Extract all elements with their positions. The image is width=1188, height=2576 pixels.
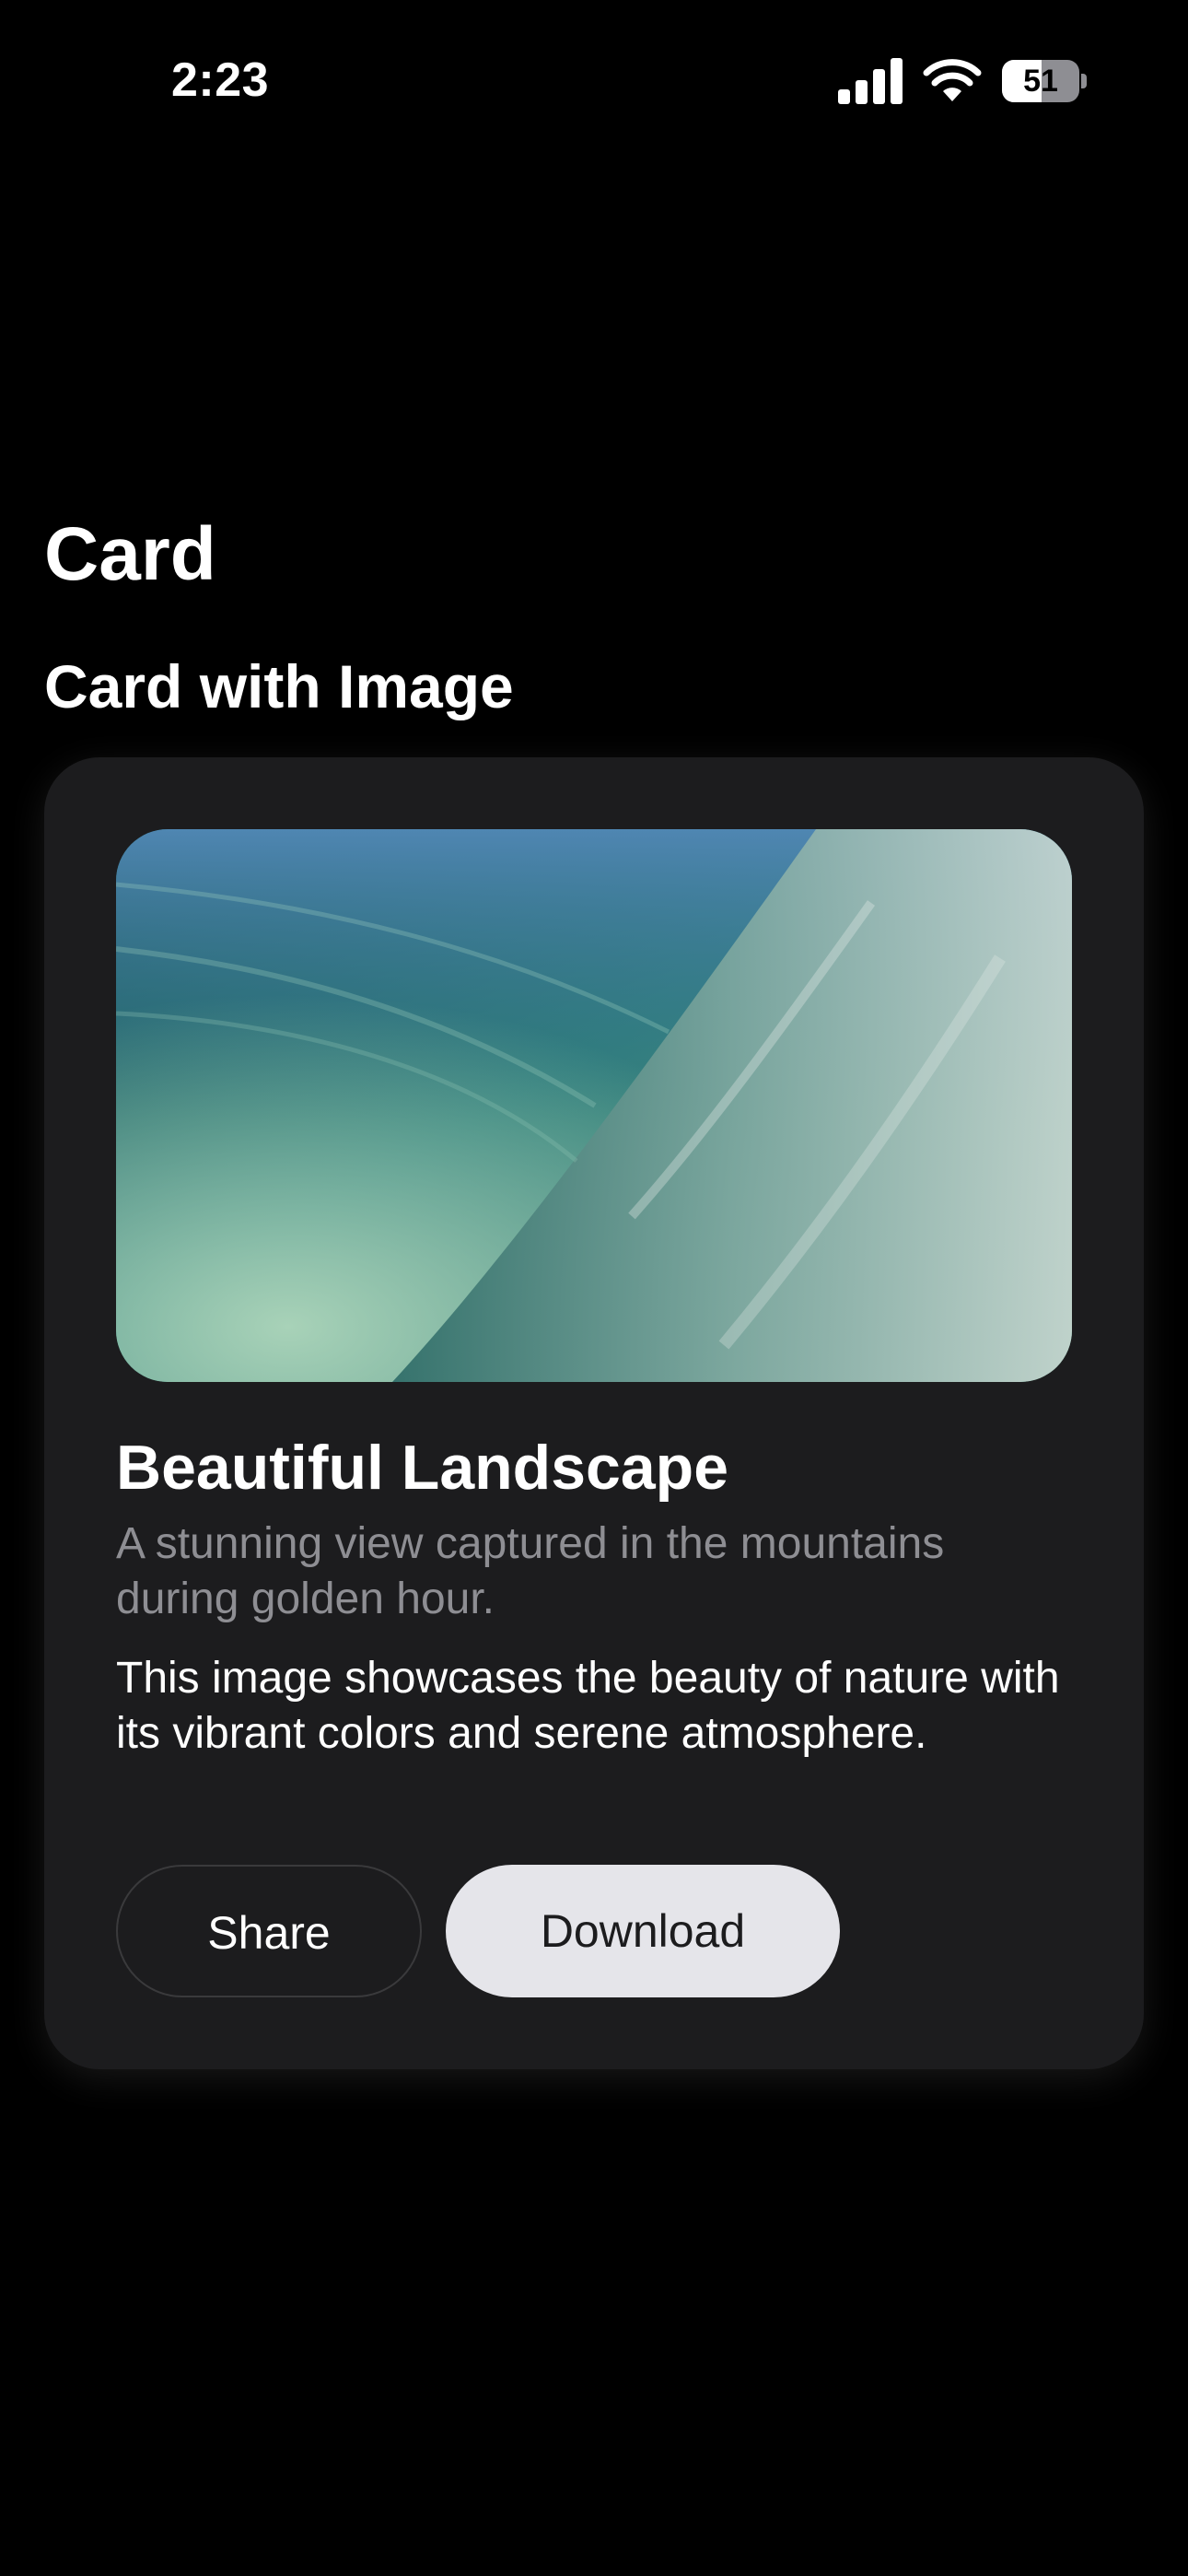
status-icons: 51 [838,55,1087,107]
page-title: Card [44,512,216,596]
download-button[interactable]: Download [446,1865,840,1997]
card-title: Beautiful Landscape [116,1433,729,1503]
image-card: Beautiful Landscape A stunning view capt… [44,757,1144,2069]
section-title: Card with Image [44,652,514,720]
battery-cap [1081,74,1087,88]
share-button[interactable]: Share [116,1865,422,1997]
card-description: This image showcases the beauty of natur… [116,1654,1060,1758]
battery-level: 51 [1023,64,1058,99]
cellular-signal-icon [838,58,903,104]
ocean-wave-photo [116,829,1072,1382]
card-image [116,829,1072,1382]
wifi-icon [923,59,982,101]
battery-icon: 51 [1002,60,1087,102]
status-bar: 2:23 51 [0,0,1188,157]
card-subtitle: A stunning view captured in the mountain… [116,1519,945,1623]
status-time: 2:23 [171,53,270,107]
